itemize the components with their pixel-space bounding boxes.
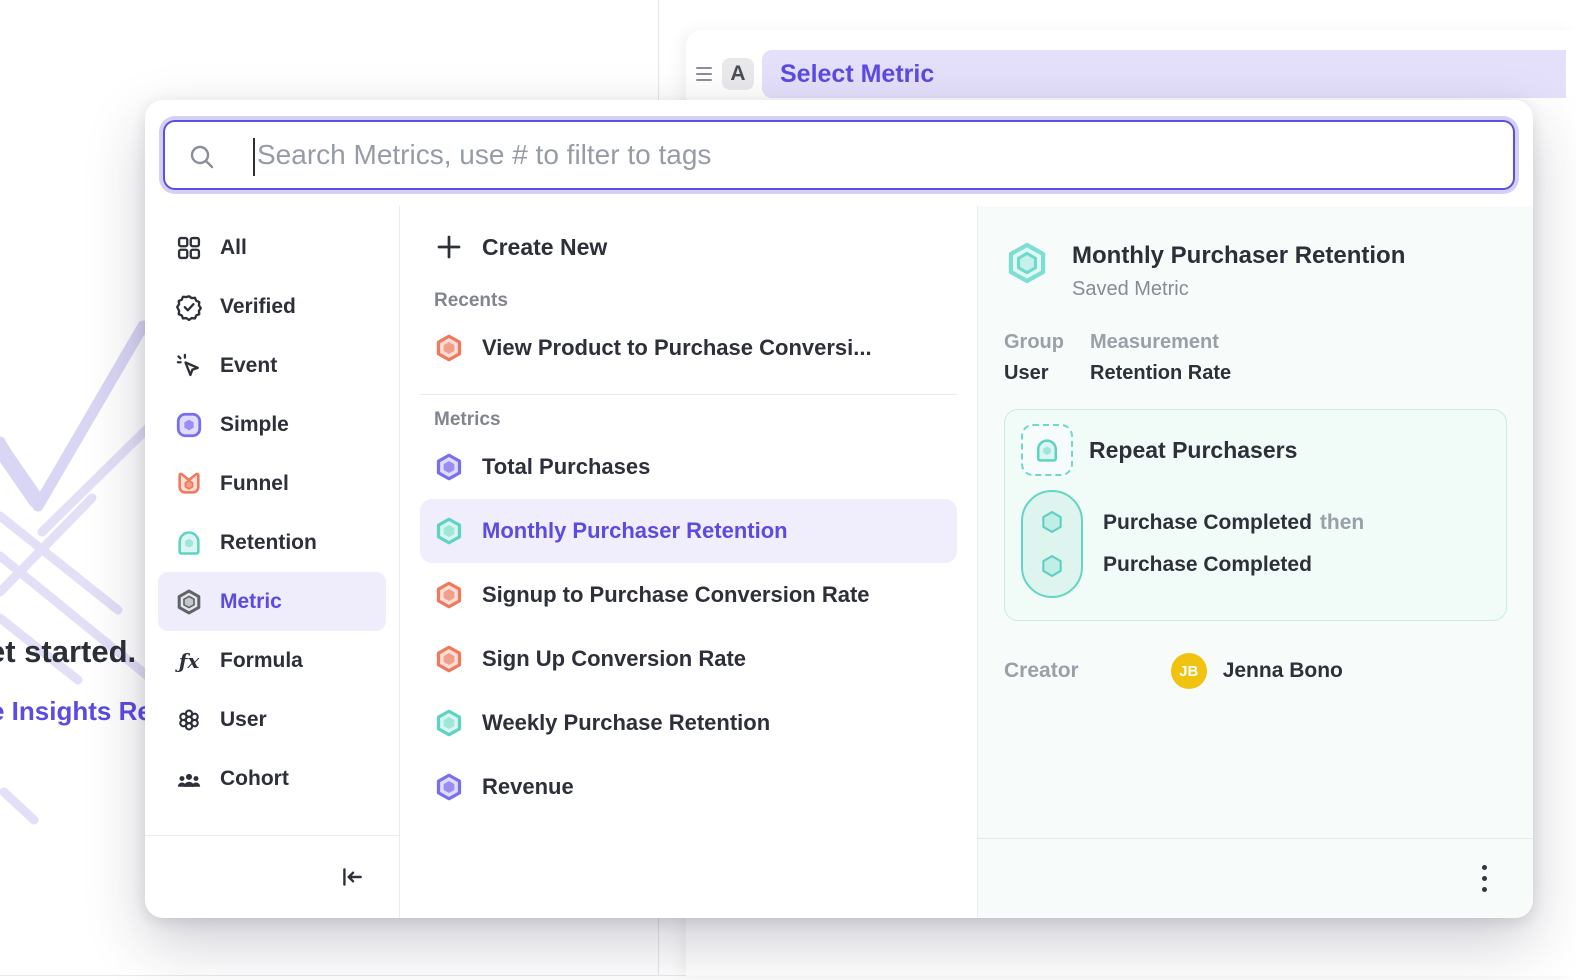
create-new-label: Create New [482,234,607,261]
retention-metric-icon [175,529,203,557]
definition-step-1: Purchase Completedthen [1103,502,1364,544]
recent-item[interactable]: View Product to Purchase Conversi... [420,316,957,380]
details-subtitle: Saved Metric [1072,278,1405,301]
background-link-partial[interactable]: e Insights Re [0,696,152,727]
sidebar-item-retention[interactable]: Retention [158,513,386,572]
search-icon [187,142,217,172]
metric-hexagon-icon [434,580,464,610]
metric-item-signup-to-purchase[interactable]: Signup to Purchase Conversion Rate [420,563,957,627]
saved-metric-hexagon-icon [1004,240,1050,286]
creator-name: Jenna Bono [1223,659,1343,683]
sidebar-item-user[interactable]: User [158,690,386,749]
sidebar-footer [145,835,399,918]
filter-sidebar: All Verified Event [145,206,400,918]
select-metric-field[interactable]: Select Metric [762,50,1566,98]
sidebar-item-label: All [220,236,247,260]
group-meta: Group User [1004,331,1064,385]
recents-section-label: Recents [434,290,957,312]
details-title: Monthly Purchaser Retention [1072,240,1405,270]
details-footer [978,838,1533,918]
metric-item-label: Total Purchases [482,454,650,480]
step-hexagon-icon [1038,552,1066,580]
plus-icon [434,232,464,262]
metric-item-label: Monthly Purchaser Retention [482,518,788,544]
sidebar-item-funnel[interactable]: Funnel [158,454,386,513]
decorative-chart-lines [0,280,150,825]
sidebar-item-all[interactable]: All [158,218,386,277]
sidebar-item-label: Formula [220,649,303,673]
results-list: Create New Recents View Product to Purch… [400,206,978,918]
simple-metric-icon [175,411,203,439]
more-options-icon[interactable] [1476,859,1493,898]
metric-hexagon-icon [434,708,464,738]
formula-icon: ƒx [175,647,203,675]
recent-item-label: View Product to Purchase Conversi... [482,335,872,361]
sidebar-item-event[interactable]: Event [158,336,386,395]
metric-details-panel: Monthly Purchaser Retention Saved Metric… [978,206,1533,918]
metric-row: A Select Metric [686,30,1576,98]
search-area [145,100,1533,206]
creator-avatar: JB [1171,653,1207,689]
collapse-panel-icon[interactable] [339,864,365,890]
metric-hexagon-icon [434,644,464,674]
metric-item-monthly-purchaser-retention[interactable]: Monthly Purchaser Retention [420,499,957,563]
search-input[interactable] [165,122,1513,188]
sidebar-item-metric[interactable]: Metric [158,572,386,631]
sidebar-item-label: Verified [220,295,296,319]
metrics-section-label: Metrics [434,409,957,431]
cohort-people-icon [175,765,203,793]
metric-picker-modal: All Verified Event [145,100,1533,918]
text-cursor [253,138,255,176]
metric-item-signup-conversion[interactable]: Sign Up Conversion Rate [420,627,957,691]
sidebar-item-label: Retention [220,531,317,555]
user-cluster-icon [175,706,203,734]
measurement-label: Measurement [1090,331,1231,354]
list-divider [420,394,957,395]
sidebar-item-cohort[interactable]: Cohort [158,749,386,808]
sidebar-item-label: Event [220,354,277,378]
then-connector: then [1320,511,1364,534]
grid-icon [175,234,203,262]
metric-hexagon-icon [434,516,464,546]
measurement-value: Retention Rate [1090,362,1231,385]
metric-item-weekly-purchase-retention[interactable]: Weekly Purchase Retention [420,691,957,755]
funnel-hexagon-icon [434,333,464,363]
metric-hexagon-icon [175,588,203,616]
verified-badge-icon [175,293,203,321]
group-value: User [1004,362,1064,385]
search-box[interactable] [163,120,1515,190]
sidebar-item-formula[interactable]: ƒx Formula [158,631,386,690]
row-letter-badge: A [722,58,754,90]
create-new-button[interactable]: Create New [420,218,957,276]
metric-item-label: Sign Up Conversion Rate [482,646,746,672]
definition-card: Repeat Purchasers Purchase Completedthen… [1004,409,1507,621]
sidebar-item-label: User [220,708,267,732]
sidebar-item-label: Metric [220,590,282,614]
metric-item-revenue[interactable]: Revenue [420,755,957,819]
sidebar-item-label: Funnel [220,472,289,496]
funnel-steps-capsule [1021,490,1083,598]
metric-hexagon-icon [434,452,464,482]
metric-item-label: Revenue [482,774,574,800]
metric-item-label: Signup to Purchase Conversion Rate [482,582,870,608]
sidebar-item-verified[interactable]: Verified [158,277,386,336]
measurement-meta: Measurement Retention Rate [1090,331,1231,385]
group-label: Group [1004,331,1064,354]
sidebar-item-label: Simple [220,413,289,437]
creator-label: Creator [1004,659,1079,683]
cursor-click-icon [175,352,203,380]
funnel-metric-icon [175,470,203,498]
sidebar-item-label: Cohort [220,767,289,791]
drag-handle-icon[interactable] [694,67,714,81]
metric-hexagon-icon [434,772,464,802]
metric-item-label: Weekly Purchase Retention [482,710,770,736]
metric-item-total-purchases[interactable]: Total Purchases [420,435,957,499]
sidebar-item-simple[interactable]: Simple [158,395,386,454]
definition-name: Repeat Purchasers [1089,437,1297,464]
step-hexagon-icon [1038,508,1066,536]
background-heading-partial: et started. [0,634,136,670]
definition-step-2: Purchase Completed [1103,544,1364,586]
retention-definition-icon [1021,424,1073,476]
